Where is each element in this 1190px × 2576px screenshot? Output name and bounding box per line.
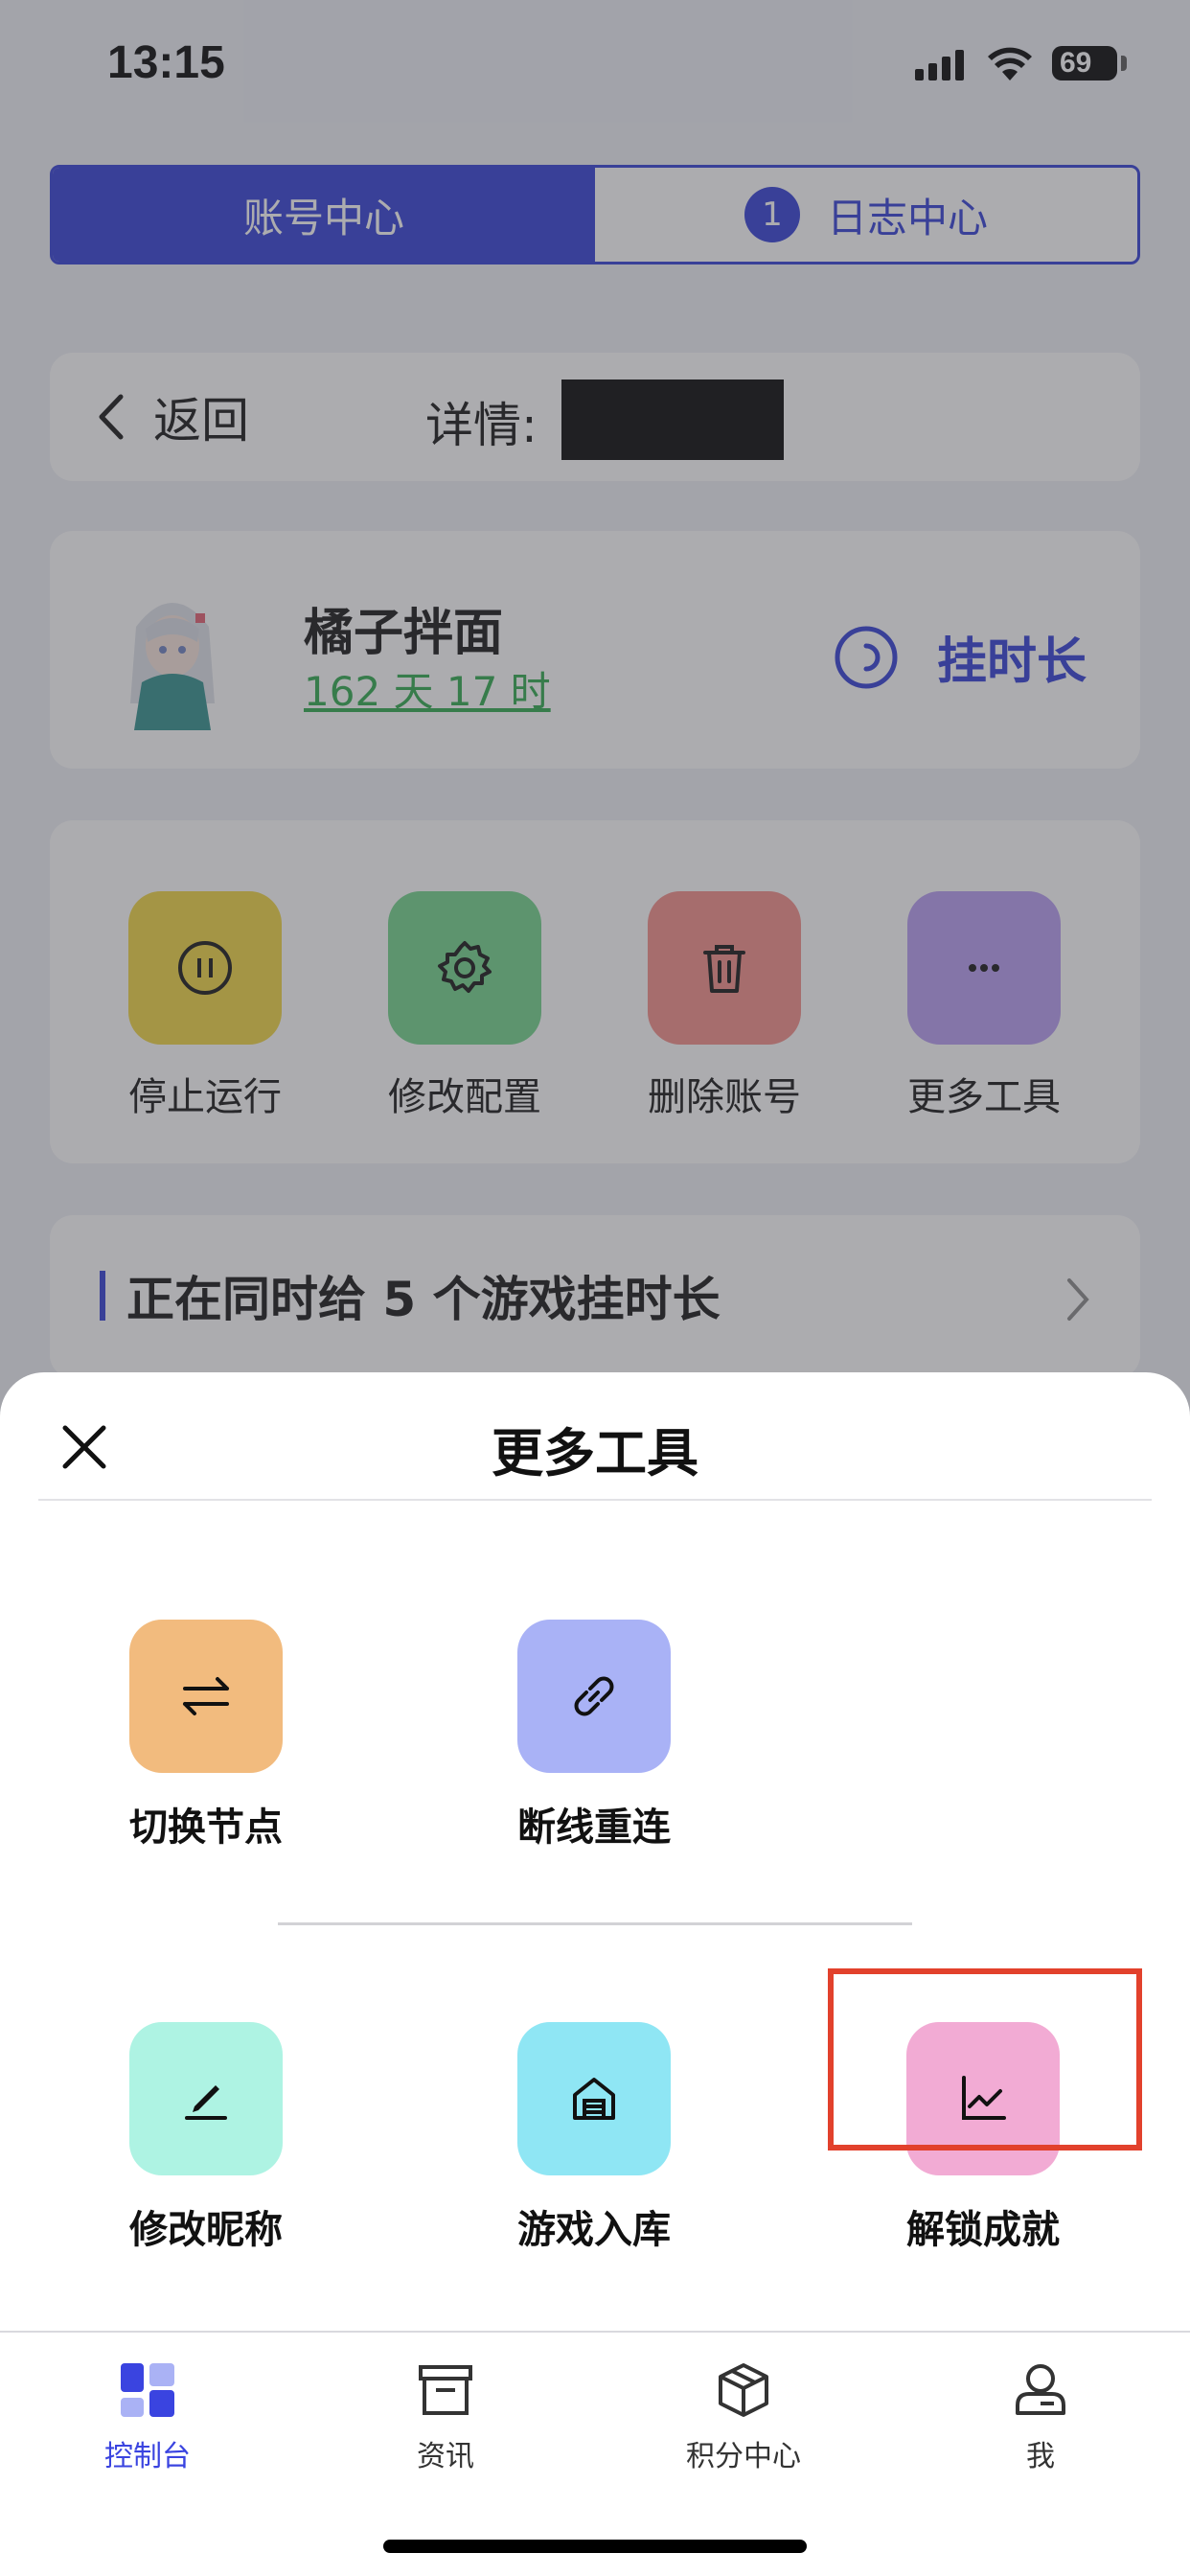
home-indicator bbox=[383, 2540, 807, 2553]
reconnect-label: 断线重连 bbox=[517, 1806, 671, 1850]
switch-node-button[interactable]: 切换节点 bbox=[101, 1620, 311, 1852]
news-icon bbox=[331, 2359, 561, 2421]
tab-me-label: 我 bbox=[1026, 2440, 1055, 2473]
tab-dashboard[interactable]: 控制台 bbox=[33, 2359, 263, 2474]
section-divider bbox=[278, 1922, 912, 1925]
cube-icon bbox=[629, 2359, 858, 2421]
swap-icon bbox=[129, 1620, 283, 1773]
pen-icon bbox=[129, 2022, 283, 2175]
rename-nickname-label: 修改昵称 bbox=[129, 2208, 283, 2252]
add-game-label: 游戏入库 bbox=[517, 2208, 671, 2252]
tab-news-label: 资讯 bbox=[417, 2440, 474, 2473]
sheet-title: 更多工具 bbox=[492, 1423, 698, 1484]
user-icon bbox=[926, 2359, 1156, 2421]
warehouse-icon bbox=[517, 2022, 671, 2175]
unlock-achievements-label: 解锁成就 bbox=[906, 2208, 1060, 2252]
tab-points-center[interactable]: 积分中心 bbox=[629, 2359, 858, 2474]
switch-node-label: 切换节点 bbox=[129, 1806, 283, 1850]
tab-me[interactable]: 我 bbox=[926, 2359, 1156, 2474]
add-game-button[interactable]: 游戏入库 bbox=[489, 2022, 699, 2254]
highlight-box bbox=[828, 1968, 1142, 2150]
rename-nickname-button[interactable]: 修改昵称 bbox=[101, 2022, 311, 2254]
tab-news[interactable]: 资讯 bbox=[331, 2359, 561, 2474]
sheet-divider bbox=[38, 1499, 1152, 1501]
tab-points-center-label: 积分中心 bbox=[686, 2440, 801, 2473]
link-icon bbox=[517, 1620, 671, 1773]
dashboard-icon bbox=[33, 2359, 263, 2421]
reconnect-button[interactable]: 断线重连 bbox=[489, 1620, 699, 1852]
tab-dashboard-label: 控制台 bbox=[104, 2440, 191, 2473]
